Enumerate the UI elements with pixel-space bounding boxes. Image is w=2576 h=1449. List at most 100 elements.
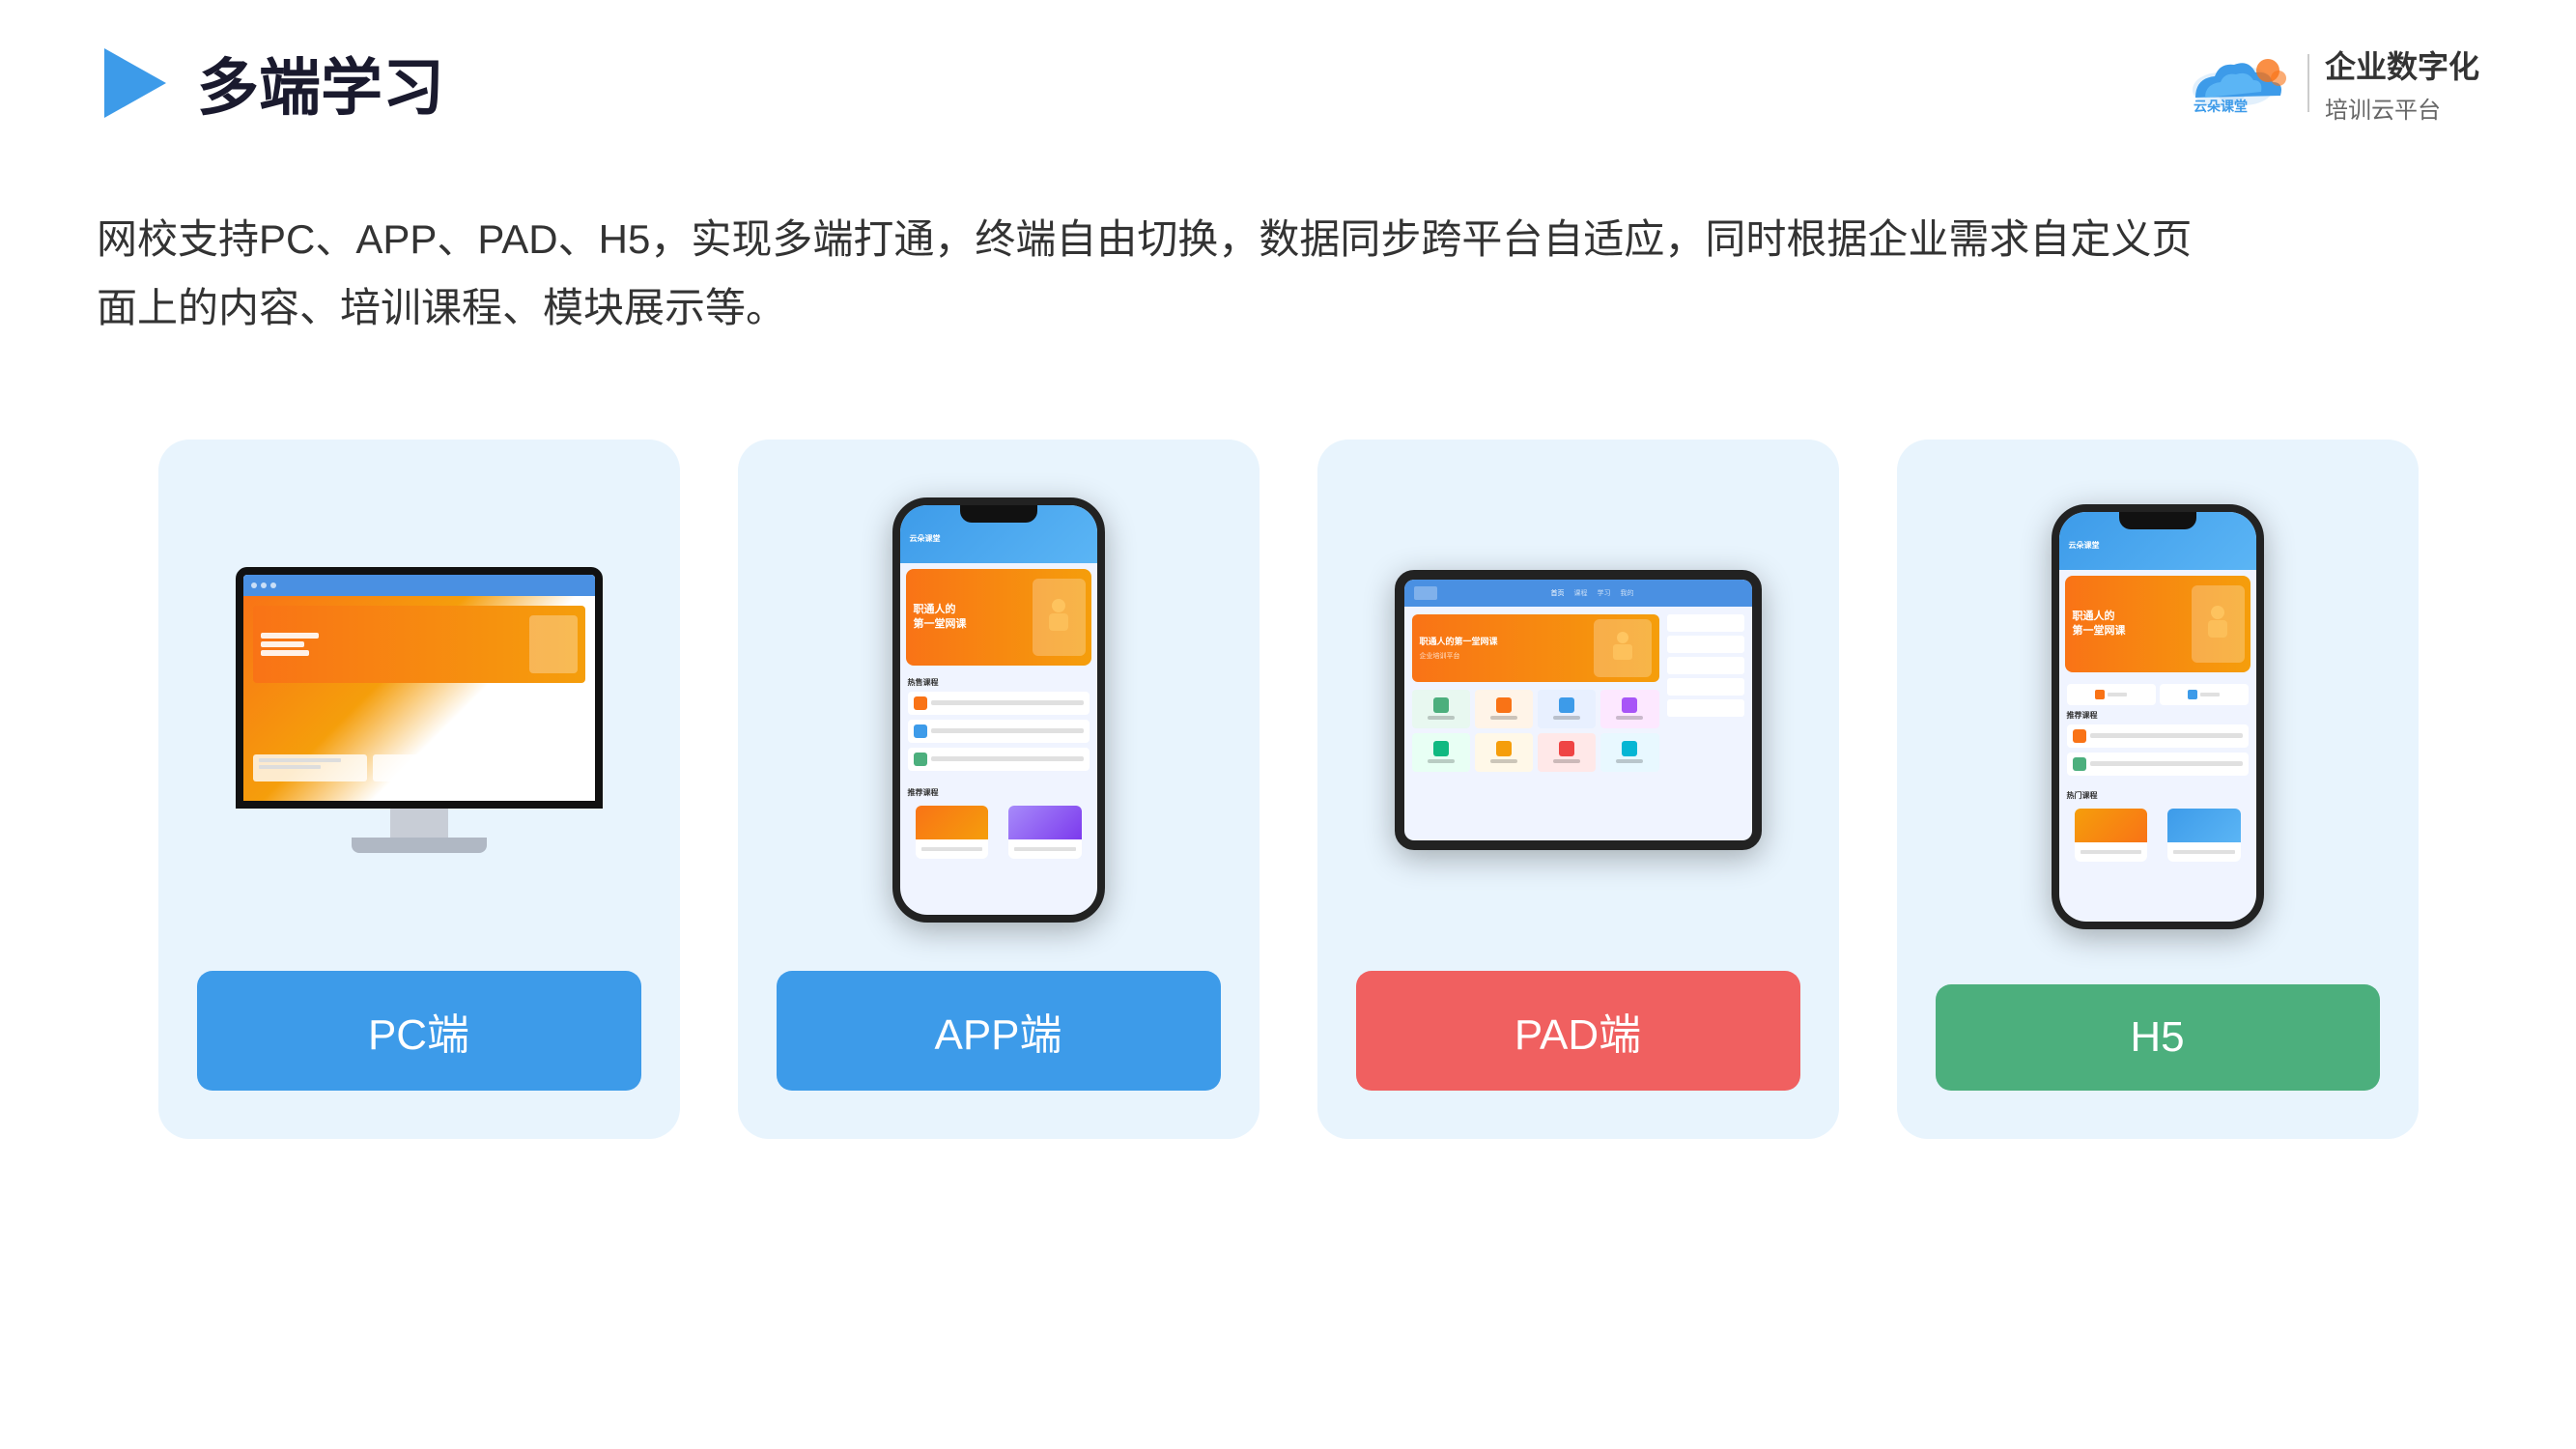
h5-banner-content: 职通人的 第一堂网课 bbox=[2065, 602, 2192, 645]
h5-banner-text-2: 第一堂网课 bbox=[2073, 624, 2184, 638]
pad-grid-text-4 bbox=[1616, 716, 1643, 720]
pad-grid-icon-3 bbox=[1559, 697, 1574, 713]
app-banner-text-line1: 职通人的 bbox=[914, 603, 1025, 616]
h5-row-1 bbox=[2067, 724, 2249, 748]
pad-grid-5 bbox=[1412, 733, 1470, 772]
cloud-logo: 云朵课堂 bbox=[2176, 49, 2292, 117]
hero-text-block bbox=[261, 633, 319, 656]
pad-grid-2 bbox=[1475, 690, 1533, 728]
pc-image-area bbox=[197, 497, 641, 923]
app-row-line-2 bbox=[931, 728, 1084, 733]
pad-grid-icon-1 bbox=[1433, 697, 1449, 713]
app-row-dot-1 bbox=[914, 696, 927, 710]
h5-course-2 bbox=[2167, 809, 2241, 862]
pad-grid-text-2 bbox=[1490, 716, 1517, 720]
screen-dot-1 bbox=[251, 582, 257, 588]
logo-divider bbox=[2307, 54, 2309, 112]
h5-icon-dot-1 bbox=[2095, 690, 2105, 699]
h5-banner-figure bbox=[2203, 605, 2232, 643]
pad-grid-icon-2 bbox=[1496, 697, 1512, 713]
pad-grid-text-1 bbox=[1428, 716, 1455, 720]
app-banner-img bbox=[1033, 579, 1086, 656]
h5-course-label: 热门课程 bbox=[2067, 790, 2249, 801]
h5-icon-dot-2 bbox=[2188, 690, 2197, 699]
app-banner-content: 职通人的 第一堂网课 bbox=[906, 595, 1033, 639]
tagline-top: 企业数字化 bbox=[2325, 43, 2479, 87]
h5-course-list bbox=[2067, 805, 2249, 866]
pc-button[interactable]: PC端 bbox=[197, 971, 641, 1091]
tagline: 企业数字化 培训云平台 bbox=[2325, 43, 2479, 125]
app-row-2 bbox=[908, 720, 1090, 743]
pc-card: PC端 bbox=[158, 440, 680, 1139]
app-course-img-1 bbox=[916, 806, 989, 839]
pad-button[interactable]: PAD端 bbox=[1356, 971, 1800, 1091]
logo-left: 多端学习 bbox=[97, 39, 444, 128]
screen-footer-row bbox=[253, 754, 585, 781]
h5-row-2 bbox=[2067, 753, 2249, 776]
app-screen-rows: 热售课程 bbox=[900, 671, 1097, 781]
h5-course-info-line-2 bbox=[2173, 850, 2235, 854]
app-row-dot-2 bbox=[914, 724, 927, 738]
app-course-info-1 bbox=[916, 839, 989, 859]
app-screen-banner: 职通人的 第一堂网课 bbox=[906, 569, 1091, 666]
h5-button[interactable]: H5 bbox=[1936, 984, 2380, 1091]
app-card: 云朵课堂 职通人的 第一堂网课 bbox=[738, 440, 1260, 1139]
pad-grid-7 bbox=[1538, 733, 1596, 772]
h5-row-dot-1 bbox=[2073, 729, 2086, 743]
h5-icon-line-2 bbox=[2200, 693, 2220, 696]
h5-course-info-1 bbox=[2075, 842, 2148, 862]
h5-icon-row bbox=[2067, 684, 2249, 705]
h5-screen-banner: 职通人的 第一堂网课 bbox=[2065, 576, 2250, 672]
play-icon bbox=[97, 44, 174, 122]
logo-right: 云朵课堂 企业数字化 培训云平台 bbox=[2176, 43, 2479, 125]
h5-icon-1 bbox=[2067, 684, 2156, 705]
h5-banner-text-1: 职通人的 bbox=[2073, 610, 2184, 623]
hero-line-2 bbox=[261, 641, 304, 647]
pad-sidebar-2 bbox=[1667, 636, 1744, 653]
app-course-list bbox=[908, 802, 1090, 863]
pad-main-content: 职通人的第一堂网课 企业培训平台 bbox=[1412, 614, 1659, 772]
app-course-line-2 bbox=[1014, 847, 1076, 851]
h5-image-area: 云朵课堂 职通人的 第一堂网课 bbox=[1936, 497, 2380, 936]
h5-phone-outer: 云朵课堂 职通人的 第一堂网课 bbox=[2052, 504, 2264, 929]
pad-grid-text-8 bbox=[1616, 759, 1643, 763]
pad-sidebar-3 bbox=[1667, 657, 1744, 674]
app-phone-notch bbox=[960, 505, 1037, 523]
pad-grid-1 bbox=[1412, 690, 1470, 728]
tagline-bottom: 培训云平台 bbox=[2325, 91, 2479, 125]
monitor-screen bbox=[236, 567, 603, 809]
h5-phone-screen: 云朵课堂 职通人的 第一堂网课 bbox=[2059, 512, 2256, 922]
pad-grid-text-5 bbox=[1428, 759, 1455, 763]
pad-grid-8 bbox=[1600, 733, 1658, 772]
pad-banner: 职通人的第一堂网课 企业培训平台 bbox=[1412, 614, 1659, 682]
h5-course-1 bbox=[2075, 809, 2148, 862]
app-course-1 bbox=[916, 806, 989, 859]
app-button[interactable]: APP端 bbox=[777, 971, 1221, 1091]
hero-img bbox=[529, 615, 578, 673]
pad-grid-icon-4 bbox=[1622, 697, 1637, 713]
pad-grid-4 bbox=[1600, 690, 1658, 728]
h5-row-line-2 bbox=[2090, 761, 2243, 766]
app-course-label: 推荐课程 bbox=[908, 787, 1090, 798]
pad-sidebar bbox=[1667, 614, 1744, 772]
h5-phone-mock: 云朵课堂 职通人的 第一堂网课 bbox=[2052, 504, 2264, 929]
app-row-line-1 bbox=[931, 700, 1084, 705]
pad-sidebar-1 bbox=[1667, 614, 1744, 632]
screen-hero bbox=[253, 606, 585, 683]
pad-grid-icon-7 bbox=[1559, 741, 1574, 756]
footer-col-2 bbox=[373, 754, 476, 781]
screen-dot-2 bbox=[261, 582, 267, 588]
pad-banner-content: 职通人的第一堂网课 企业培训平台 bbox=[1412, 627, 1594, 668]
h5-row-dot-2 bbox=[2073, 757, 2086, 771]
h5-icon-line-1 bbox=[2108, 693, 2127, 696]
h5-course-info-2 bbox=[2167, 842, 2241, 862]
description-text: 网校支持PC、APP、PAD、H5，实现多端打通，终端自由切换，数据同步跨平台自… bbox=[0, 128, 2318, 343]
monitor-stand bbox=[390, 809, 448, 838]
footer-line-2 bbox=[259, 765, 321, 769]
page-title: 多端学习 bbox=[197, 39, 444, 128]
svg-text:云朵课堂: 云朵课堂 bbox=[2194, 99, 2248, 114]
screen-body bbox=[243, 596, 595, 801]
app-phone-outer: 云朵课堂 职通人的 第一堂网课 bbox=[892, 497, 1105, 923]
h5-section-label: 推荐课程 bbox=[2067, 710, 2249, 721]
hero-line-3 bbox=[261, 650, 309, 656]
